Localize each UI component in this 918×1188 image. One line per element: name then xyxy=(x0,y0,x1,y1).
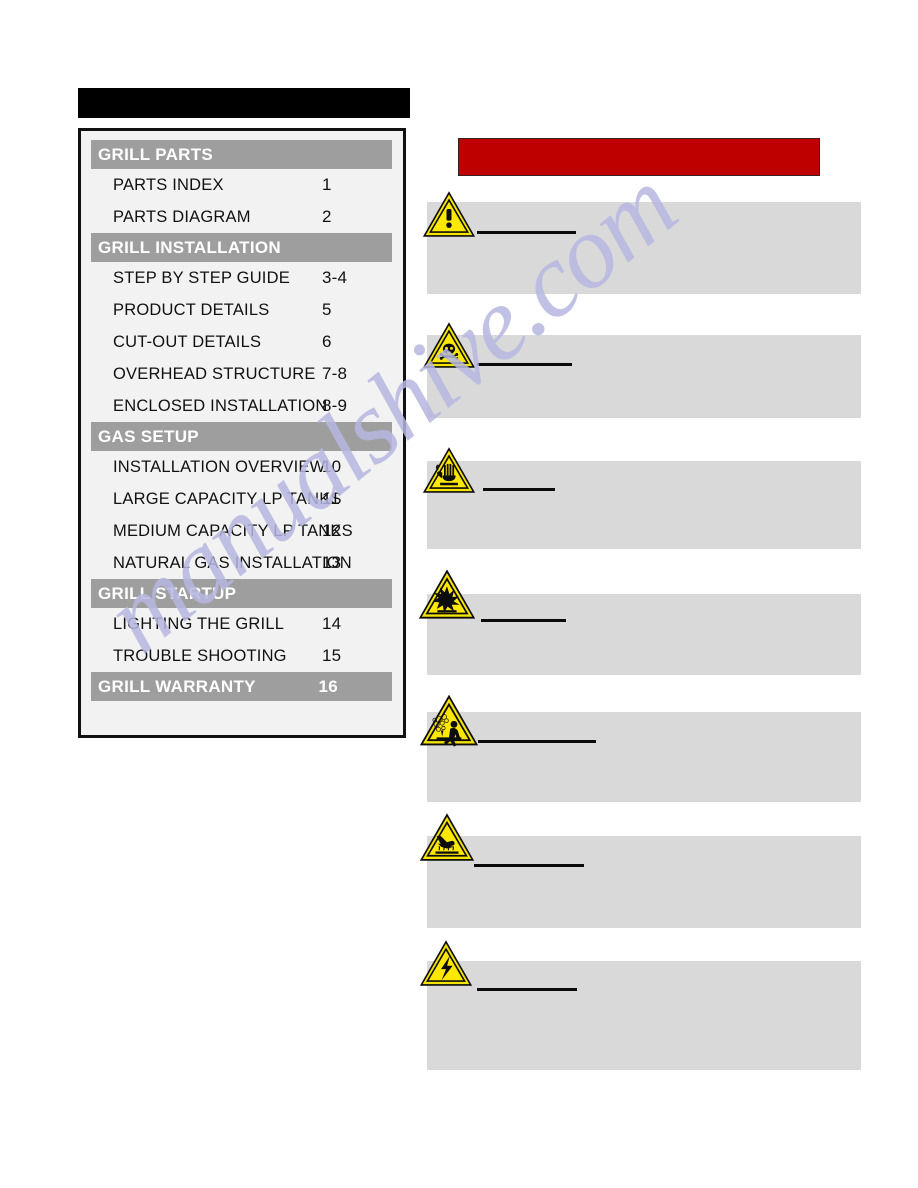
toc-entry-label: PARTS INDEX xyxy=(113,175,224,194)
toc-entry-label: NATURAL GAS INSTALLATION xyxy=(113,553,352,572)
toc-entry-page: 2 xyxy=(322,207,332,226)
warning-text-area xyxy=(427,961,861,1070)
warning-text-area xyxy=(427,836,861,928)
warning-text-area xyxy=(427,594,861,675)
toc-entry-label: LARGE CAPACITY LP TANKS xyxy=(113,489,342,508)
toc-section-header: GRILL WARRANTY 16 xyxy=(91,672,392,701)
warning-electric-shock-icon xyxy=(418,938,474,988)
toc-entry-label: ENCLOSED INSTALLATION xyxy=(113,396,328,415)
warning-heading-underline xyxy=(477,988,577,991)
table-of-contents-list: GRILL PARTS PARTS INDEX 1 PARTS DIAGRAM 2 GRI… xyxy=(91,140,392,701)
toc-entry[interactable]: CUT-OUT DETAILS 6 xyxy=(91,326,392,358)
warning-heading-underline xyxy=(477,231,576,234)
toc-entry[interactable]: INSTALLATION OVERVIEW 10 xyxy=(91,451,392,483)
warning-toxic-skull-icon xyxy=(421,320,477,370)
table-of-contents-panel: GRILL PARTS PARTS INDEX 1 PARTS DIAGRAM 2 GRI… xyxy=(78,128,406,738)
toc-entry-page: 14 xyxy=(322,614,342,633)
toc-entry-label: LIGHTING THE GRILL xyxy=(113,614,285,633)
warning-heading-underline xyxy=(474,864,584,867)
toc-entry[interactable]: PRODUCT DETAILS 5 xyxy=(91,294,392,326)
warning-text-area xyxy=(427,335,861,418)
toc-entry-page: 3-4 xyxy=(322,268,348,287)
warning-text-area xyxy=(427,461,861,549)
toc-entry-label: OVERHEAD STRUCTURE xyxy=(113,364,316,383)
toc-entry[interactable]: ENCLOSED INSTALLATION 8-9 xyxy=(91,390,392,422)
warning-heading-underline xyxy=(478,740,596,743)
toc-entry[interactable]: MEDIUM CAPACITY LP TANKS 12 xyxy=(91,515,392,547)
toc-entry-label: CUT-OUT DETAILS xyxy=(113,332,262,351)
toc-entry[interactable]: TROUBLE SHOOTING 15 xyxy=(91,640,392,672)
toc-entry[interactable]: NATURAL GAS INSTALLATION 13 xyxy=(91,547,392,579)
warning-heading-underline xyxy=(483,488,555,491)
toc-entry-label: INSTALLATION OVERVIEW xyxy=(113,457,326,476)
toc-entry[interactable]: PARTS DIAGRAM 2 xyxy=(91,201,392,233)
toc-entry-page: 1 xyxy=(322,175,332,194)
toc-entry-label: PRODUCT DETAILS xyxy=(113,300,270,319)
toc-section-header: GRILL STARTUP xyxy=(91,579,392,608)
toc-entry-page: 10 xyxy=(322,457,342,476)
toc-entry[interactable]: LARGE CAPACITY LP TANKS 11 xyxy=(91,483,392,515)
toc-entry[interactable]: LIGHTING THE GRILL 14 xyxy=(91,608,392,640)
toc-entry[interactable]: STEP BY STEP GUIDE 3-4 xyxy=(91,262,392,294)
warning-explosion-icon xyxy=(417,567,477,621)
toc-entry[interactable]: OVERHEAD STRUCTURE 7-8 xyxy=(91,358,392,390)
toc-entry-label: MEDIUM CAPACITY LP TANKS xyxy=(113,521,353,540)
toc-entry-page: 6 xyxy=(322,332,332,351)
toc-section-label: GAS SETUP xyxy=(98,426,199,446)
toc-entry-page: 8-9 xyxy=(322,396,348,415)
toc-section-label: GRILL WARRANTY xyxy=(98,676,256,696)
toc-entry-page: 13 xyxy=(322,553,342,572)
warning-hot-surface-icon xyxy=(418,811,476,863)
redacted-title-bar xyxy=(78,88,410,118)
toc-section-header: GRILL PARTS xyxy=(91,140,392,169)
toc-entry-page: 11 xyxy=(322,489,341,508)
toc-entry[interactable]: PARTS INDEX 1 xyxy=(91,169,392,201)
safety-banner xyxy=(458,138,820,176)
toc-entry-page: 7-8 xyxy=(322,364,348,383)
toc-section-label: GRILL STARTUP xyxy=(98,583,237,603)
toc-entry-label: TROUBLE SHOOTING xyxy=(113,646,287,665)
toc-section-label: GRILL PARTS xyxy=(98,144,214,164)
warning-heading-underline xyxy=(477,363,572,366)
toc-entry-page: 5 xyxy=(322,300,332,319)
toc-entry-page: 15 xyxy=(322,646,342,665)
toc-section-page: 16 xyxy=(318,676,338,696)
manual-page: GRILL PARTS PARTS INDEX 1 PARTS DIAGRAM 2 GRI… xyxy=(0,0,918,1188)
toc-section-label: GRILL INSTALLATION xyxy=(98,237,281,257)
warning-text-area xyxy=(427,712,861,802)
toc-section-header: GRILL INSTALLATION xyxy=(91,233,392,262)
warning-heading-underline xyxy=(481,619,566,622)
warning-falling-objects-icon xyxy=(418,692,480,748)
toc-section-header: GAS SETUP xyxy=(91,422,392,451)
warning-crush-hand-icon xyxy=(421,445,477,495)
toc-entry-label: STEP BY STEP GUIDE xyxy=(113,268,290,287)
toc-entry-label: PARTS DIAGRAM xyxy=(113,207,251,226)
warning-exclamation-icon xyxy=(421,189,477,239)
warning-text-area xyxy=(427,202,861,294)
toc-entry-page: 12 xyxy=(322,521,342,540)
